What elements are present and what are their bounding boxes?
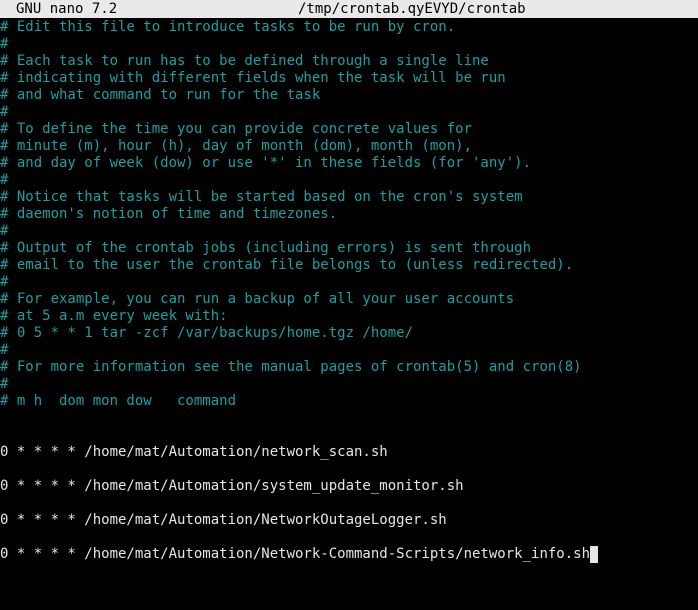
editor-line[interactable] xyxy=(0,461,698,478)
editor-line[interactable]: # 0 5 * * 1 tar -zcf /var/backups/home.t… xyxy=(0,325,698,342)
editor-line[interactable]: # email to the user the crontab file bel… xyxy=(0,257,698,274)
editor-line[interactable]: # For example, you can run a backup of a… xyxy=(0,291,698,308)
editor-line[interactable]: # daemon's notion of time and timezones. xyxy=(0,206,698,223)
editor-line[interactable]: # xyxy=(0,342,698,359)
editor-line[interactable]: # indicating with different fields when … xyxy=(0,70,698,87)
editor-line[interactable]: # xyxy=(0,376,698,393)
editor-line[interactable]: # and what command to run for the task xyxy=(0,87,698,104)
editor-line[interactable]: # minute (m), hour (h), day of month (do… xyxy=(0,138,698,155)
editor-line[interactable]: # xyxy=(0,36,698,53)
editor-file-path: /tmp/crontab.qyEVYD/crontab xyxy=(298,1,526,17)
cron-job-line[interactable]: 0 * * * * /home/mat/Automation/system_up… xyxy=(0,478,698,495)
editor-line[interactable] xyxy=(0,495,698,512)
editor-line[interactable]: # xyxy=(0,104,698,121)
editor-line[interactable] xyxy=(0,529,698,546)
cron-job-line[interactable]: 0 * * * * /home/mat/Automation/network_s… xyxy=(0,444,698,461)
cron-job-text[interactable]: 0 * * * * /home/mat/Automation/Network-C… xyxy=(0,546,590,562)
editor-line[interactable] xyxy=(0,427,698,444)
editor-line[interactable]: # xyxy=(0,274,698,291)
editor-line[interactable]: # xyxy=(0,223,698,240)
text-cursor xyxy=(590,546,599,563)
editor-line[interactable]: # xyxy=(0,172,698,189)
editor-line[interactable]: # Each task to run has to be defined thr… xyxy=(0,53,698,70)
cron-job-line-current[interactable]: 0 * * * * /home/mat/Automation/Network-C… xyxy=(0,546,698,563)
editor-line[interactable]: # Edit this file to introduce tasks to b… xyxy=(0,19,698,36)
editor-line[interactable]: # To define the time you can provide con… xyxy=(0,121,698,138)
editor-line[interactable]: # and day of week (dow) or use '*' in th… xyxy=(0,155,698,172)
editor-line[interactable]: # Output of the crontab jobs (including … xyxy=(0,240,698,257)
editor-line[interactable]: # m h dom mon dow command xyxy=(0,393,698,410)
cron-job-line[interactable]: 0 * * * * /home/mat/Automation/NetworkOu… xyxy=(0,512,698,529)
editor-text-area[interactable]: # Edit this file to introduce tasks to b… xyxy=(0,19,698,610)
editor-line[interactable]: # at 5 a.m every week with: xyxy=(0,308,698,325)
editor-line[interactable] xyxy=(0,410,698,427)
editor-line[interactable]: # For more information see the manual pa… xyxy=(0,359,698,376)
nano-titlebar: GNU nano 7.2 /tmp/crontab.qyEVYD/crontab xyxy=(0,0,698,18)
editor-line[interactable]: # Notice that tasks will be started base… xyxy=(0,189,698,206)
editor-app-name: GNU nano 7.2 xyxy=(16,1,118,17)
